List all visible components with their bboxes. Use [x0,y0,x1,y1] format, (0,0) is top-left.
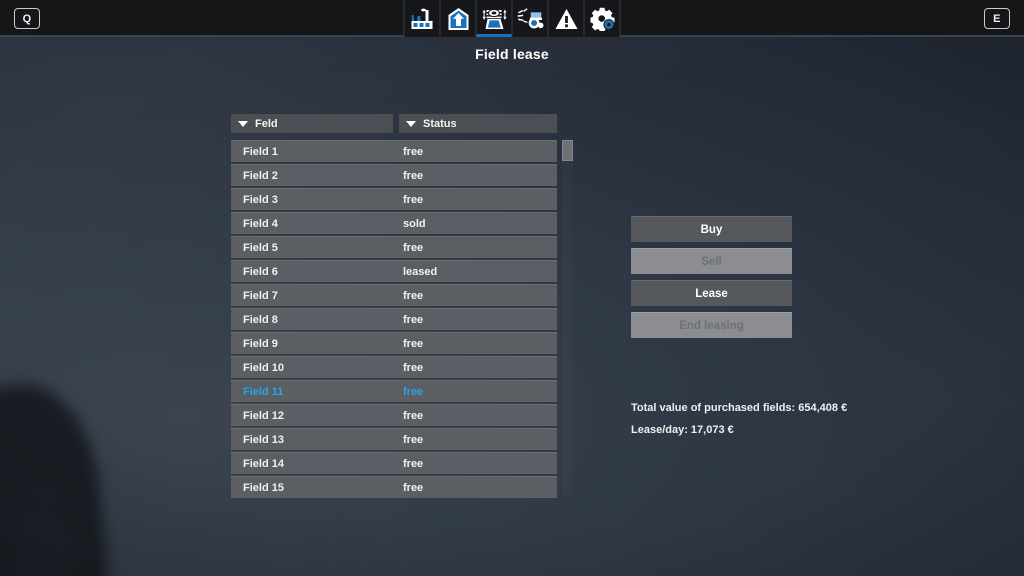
table-row[interactable]: Field 2free [231,164,557,186]
table-row[interactable]: Field 14free [231,452,557,474]
column-header-field[interactable]: Feld [231,114,393,133]
table-row[interactable]: Field 1free [231,140,557,162]
table-header-row: Feld Status [231,114,557,133]
table-row[interactable]: Field 4sold [231,212,557,234]
cell-field-status: leased [403,266,553,278]
buy-button-label: Buy [701,224,723,236]
tab-field-lease[interactable] [477,0,513,37]
cell-field-status: free [403,458,553,470]
key-hint-next-label: E [993,13,1001,25]
cell-field-name: Field 5 [231,242,403,254]
cell-field-status: free [403,314,553,326]
sell-button: Sell [631,248,792,274]
column-header-field-label: Feld [255,118,278,130]
cell-field-status: free [403,482,553,494]
scrollbar-thumb[interactable] [562,140,573,161]
cell-field-name: Field 11 [231,386,403,398]
table-body: Field 1freeField 2freeField 3freeField 4… [231,140,557,498]
cell-field-status: free [403,434,553,446]
field-table: Feld Status Field 1freeField 2freeField … [231,114,557,500]
top-bar: Q [0,0,1024,37]
gear-icon [590,7,614,31]
column-header-status[interactable]: Status [399,114,557,133]
table-row[interactable]: Field 5free [231,236,557,258]
caret-down-icon [238,121,248,127]
end-leasing-button: End leasing [631,312,792,338]
page-title: Field lease [0,46,1024,62]
key-hint-next[interactable]: E [984,8,1010,29]
tab-production[interactable] [405,0,441,37]
cell-field-status: free [403,242,553,254]
cell-field-name: Field 7 [231,290,403,302]
tab-storage[interactable] [441,0,477,37]
cell-field-name: Field 4 [231,218,403,230]
cell-field-name: Field 2 [231,170,403,182]
cell-field-status: free [403,362,553,374]
table-row[interactable]: Field 8free [231,308,557,330]
key-hint-previous-label: Q [23,13,32,25]
cell-field-name: Field 12 [231,410,403,422]
table-row[interactable]: Field 10free [231,356,557,378]
factory-icon [410,8,434,30]
game-screen: Q [0,0,1024,576]
table-row[interactable]: Field 11free [231,380,557,402]
cell-field-status: free [403,386,553,398]
cell-field-name: Field 3 [231,194,403,206]
lease-button-label: Lease [695,288,728,300]
field-money-icon [481,7,507,31]
tab-vehicles[interactable] [513,0,549,37]
cell-field-name: Field 14 [231,458,403,470]
cell-field-status: sold [403,218,553,230]
summary-panel: Total value of purchased fields: 654,408… [631,397,847,441]
table-scrollbar[interactable] [562,138,573,496]
tab-strip [404,0,621,37]
silo-arrow-icon [446,7,470,31]
cell-field-status: free [403,410,553,422]
buy-button[interactable]: Buy [631,216,792,242]
cell-field-status: free [403,338,553,350]
sell-button-label: Sell [701,256,721,268]
cell-field-status: free [403,290,553,302]
table-row[interactable]: Field 7free [231,284,557,306]
cell-field-name: Field 6 [231,266,403,278]
cell-field-status: free [403,170,553,182]
column-header-status-label: Status [423,118,457,130]
tab-settings[interactable] [585,0,621,37]
total-value-text: Total value of purchased fields: 654,408… [631,397,847,419]
cell-field-status: free [403,194,553,206]
cell-field-name: Field 9 [231,338,403,350]
action-button-group: Buy Sell Lease End leasing [631,216,792,344]
cell-field-name: Field 10 [231,362,403,374]
spray-vehicle-icon [517,8,543,30]
cell-field-name: Field 15 [231,482,403,494]
lease-per-day-text: Lease/day: 17,073 € [631,419,847,441]
warning-icon [554,8,578,30]
cell-field-status: free [403,146,553,158]
table-row[interactable]: Field 9free [231,332,557,354]
tab-warnings[interactable] [549,0,585,37]
cell-field-name: Field 8 [231,314,403,326]
table-row[interactable]: Field 3free [231,188,557,210]
cell-field-name: Field 13 [231,434,403,446]
table-row[interactable]: Field 15free [231,476,557,498]
caret-down-icon [406,121,416,127]
table-row[interactable]: Field 12free [231,404,557,426]
table-row[interactable]: Field 6leased [231,260,557,282]
key-hint-previous[interactable]: Q [14,8,40,29]
lease-button[interactable]: Lease [631,280,792,306]
end-leasing-button-label: End leasing [679,320,744,332]
table-row[interactable]: Field 13free [231,428,557,450]
cell-field-name: Field 1 [231,146,403,158]
